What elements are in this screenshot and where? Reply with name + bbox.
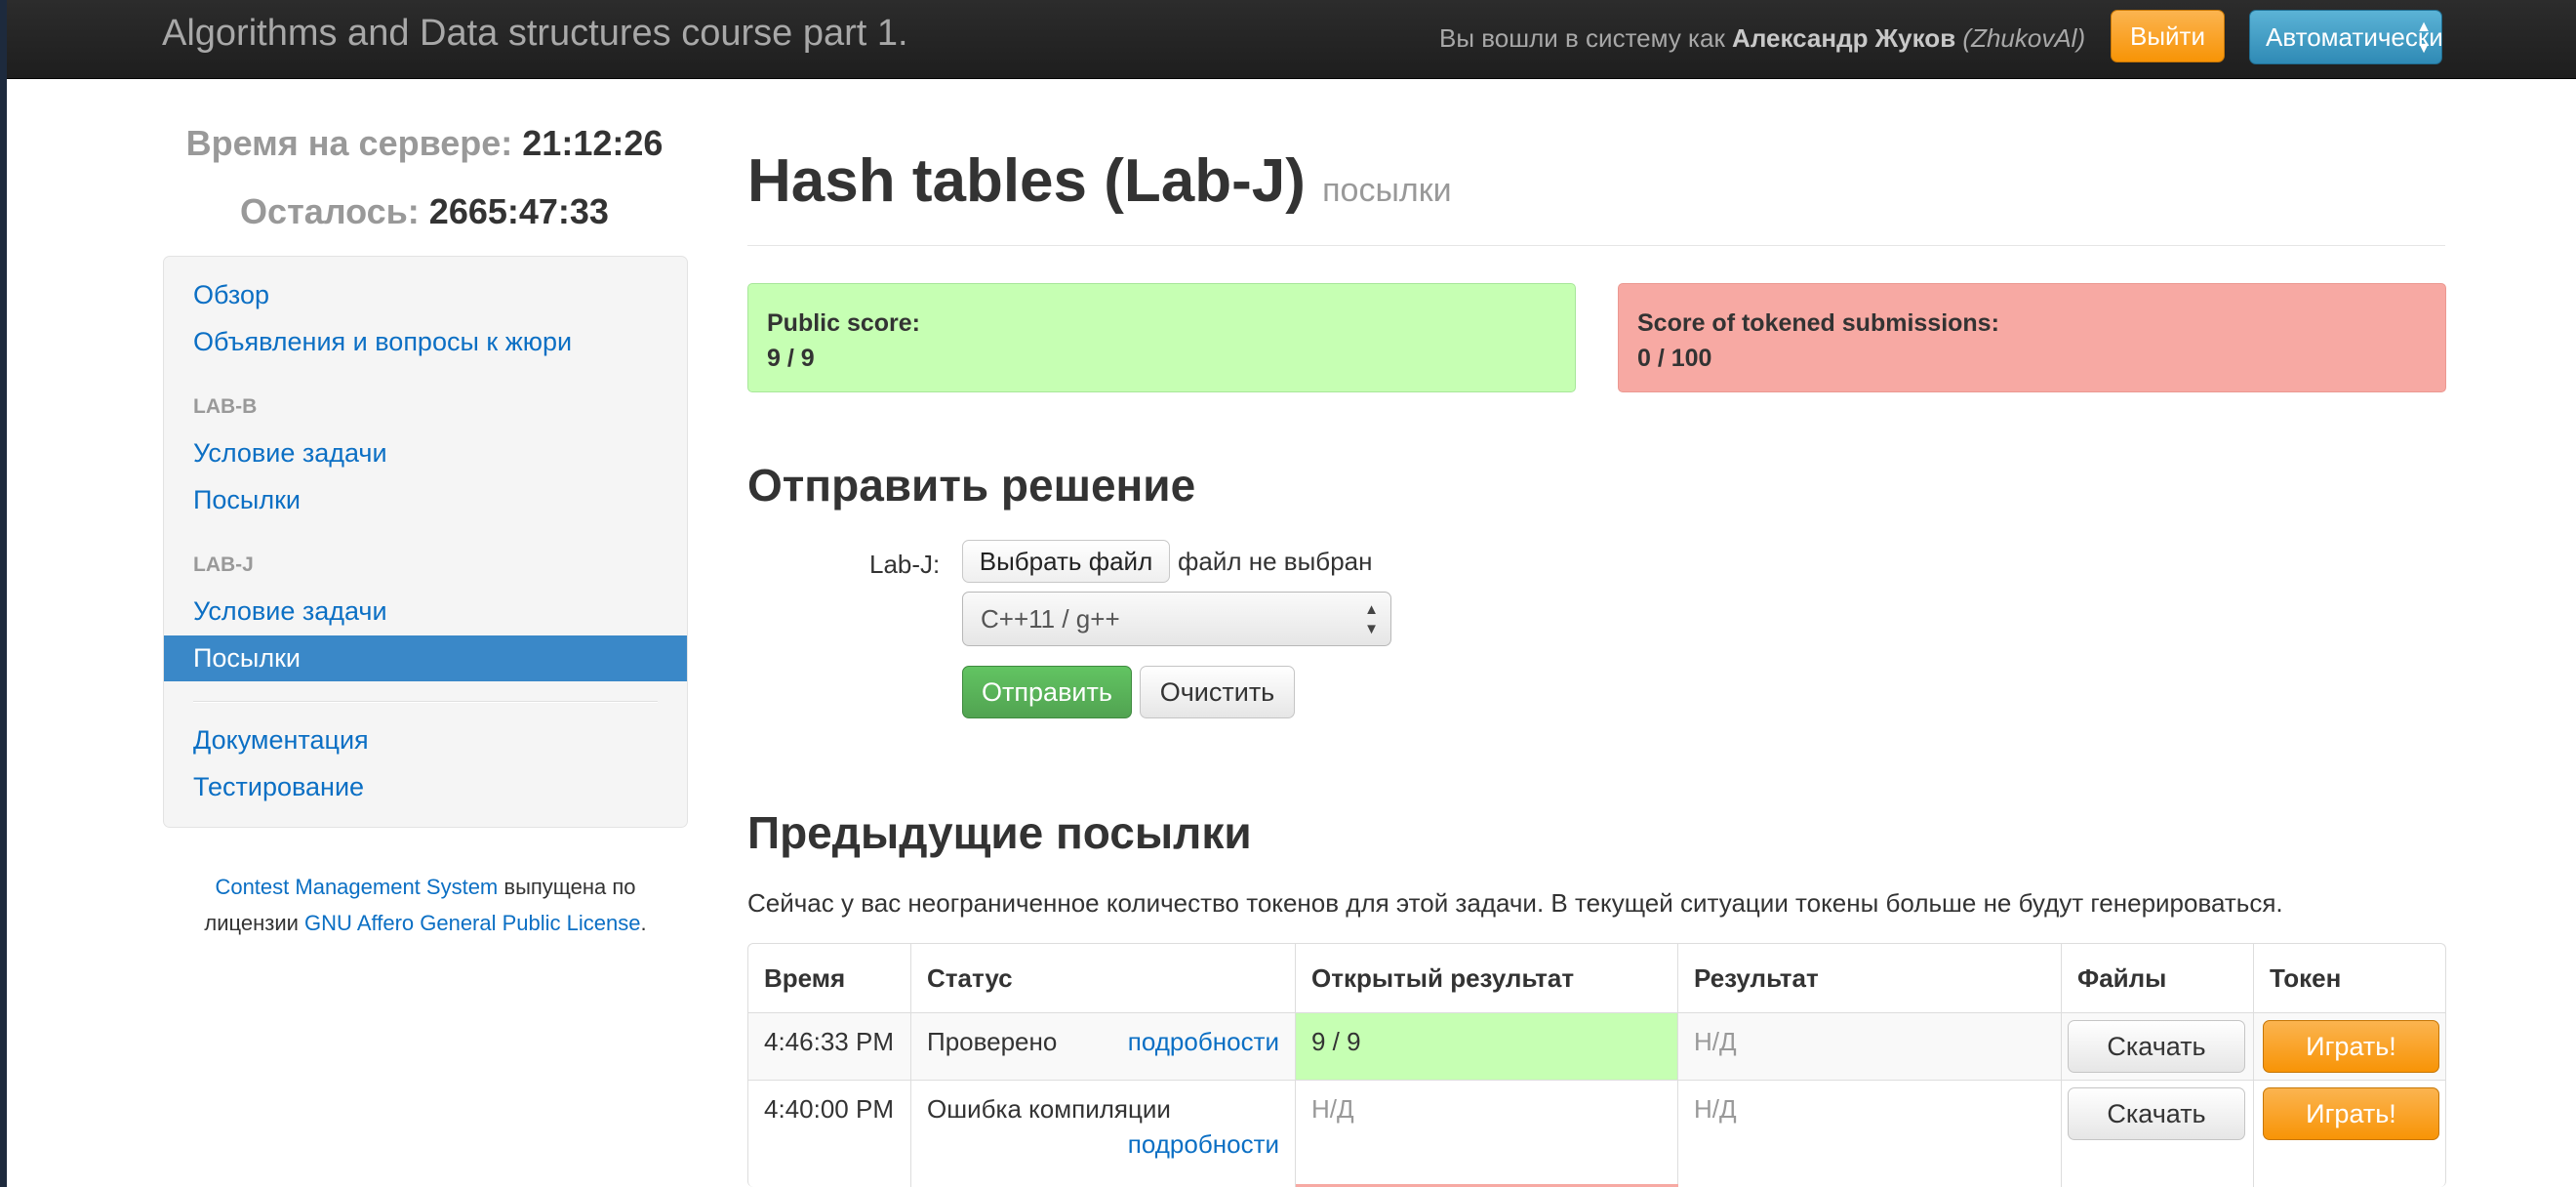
navbar: Algorithms and Data structures course pa… <box>7 0 2576 79</box>
file-label: Lab-J: <box>869 550 941 579</box>
footer-text-2: лицензии <box>204 911 305 935</box>
status-text: Проверено <box>927 1027 1058 1056</box>
public-result: Н/Д <box>1296 1081 1678 1187</box>
sidebar-item-documentation[interactable]: Документация <box>193 725 369 756</box>
files-cell: Скачать <box>2062 1013 2254 1081</box>
token-cell: Играть! <box>2254 1013 2445 1081</box>
play-token-button[interactable]: Играть! <box>2263 1087 2439 1140</box>
user-name: Александр Жуков <box>1732 23 1956 53</box>
page-subtitle: посылки <box>1322 172 1452 209</box>
choose-file-button[interactable]: Выбрать файл <box>962 540 1170 583</box>
logout-button[interactable]: Выйти <box>2111 10 2225 62</box>
footer-license: Contest Management System выпущена по ли… <box>163 869 688 941</box>
footer-text-3: . <box>640 911 647 935</box>
time-remaining: Осталось: 2665:47:33 <box>156 191 693 232</box>
submission-status: Ошибка компиляции подробности <box>911 1081 1296 1187</box>
details-link[interactable]: подробности <box>1128 1129 1279 1160</box>
files-cell: Скачать <box>2062 1081 2254 1187</box>
desktop-edge <box>0 0 7 1187</box>
public-score-label: Public score: <box>767 309 920 337</box>
column-header: Результат <box>1678 944 2062 1013</box>
previous-submissions-heading: Предыдущие посылки <box>747 807 1252 858</box>
server-time-value: 21:12:26 <box>522 123 664 163</box>
tokened-score-value: 0 / 100 <box>1637 345 1712 372</box>
compiler-select[interactable]: C++11 / g++ ▲ ▼ <box>962 592 1391 646</box>
sidebar-divider <box>193 701 658 703</box>
tokened-score-box: Score of tokened submissions: 0 / 100 <box>1618 283 2446 392</box>
sidebar-item-lab-b-submissions[interactable]: Посылки <box>193 485 301 515</box>
token-cell: Играть! <box>2254 1081 2445 1187</box>
select-arrows-icon: ▲ ▼ <box>2416 19 2432 57</box>
column-header: Токен <box>2254 944 2445 1013</box>
submit-button[interactable]: Отправить <box>962 666 1132 718</box>
sidebar-nav: Обзор Объявления и вопросы к жюри LAB-B … <box>163 256 688 828</box>
license-link[interactable]: GNU Affero General Public License <box>304 911 640 935</box>
sidebar-header-lab-j: LAB-J <box>193 553 254 576</box>
column-header: Время <box>748 944 911 1013</box>
details-link[interactable]: подробности <box>1128 1027 1279 1057</box>
server-time: Время на сервере: 21:12:26 <box>156 123 693 164</box>
submission-status: Проверено подробности <box>911 1013 1296 1081</box>
compiler-select-value: C++11 / g++ <box>981 604 1120 634</box>
play-token-button[interactable]: Играть! <box>2263 1020 2439 1073</box>
download-button[interactable]: Скачать <box>2068 1087 2245 1140</box>
status-text: Ошибка компиляции <box>927 1094 1171 1124</box>
download-button[interactable]: Скачать <box>2068 1020 2245 1073</box>
submit-heading: Отправить решение <box>747 460 1196 511</box>
sidebar-header-lab-b: LAB-B <box>193 395 258 418</box>
result: Н/Д <box>1678 1081 2062 1187</box>
file-status: файл не выбран <box>1178 547 1373 576</box>
select-arrows-icon: ▲ ▼ <box>1364 601 1379 637</box>
public-score-value: 9 / 9 <box>767 345 815 372</box>
column-header: Статус <box>911 944 1296 1013</box>
brand[interactable]: Algorithms and Data structures course pa… <box>162 13 908 55</box>
page-title-text: Hash tables (Lab-J) <box>747 147 1306 215</box>
sidebar-item-lab-j-submissions[interactable]: Посылки <box>164 635 687 681</box>
login-info: Вы вошли в систему как Александр Жуков (… <box>1439 23 2085 54</box>
column-header: Открытый результат <box>1296 944 1678 1013</box>
page-title: Hash tables (Lab-J) посылки <box>747 146 1452 216</box>
sidebar-item-overview[interactable]: Обзор <box>193 280 269 310</box>
public-score-box: Public score: 9 / 9 <box>747 283 1576 392</box>
submissions-table: Время Статус Открытый результат Результа… <box>747 943 2446 1187</box>
tokens-info: Сейчас у вас неограниченное количество т… <box>747 888 2283 918</box>
footer-text-1: выпущена по <box>498 875 636 899</box>
result: Н/Д <box>1678 1013 2062 1081</box>
column-header: Файлы <box>2062 944 2254 1013</box>
server-time-label: Время на сервере: <box>185 123 513 163</box>
language-select[interactable]: Автоматически ▲ ▼ <box>2249 10 2442 64</box>
public-result: 9 / 9 <box>1296 1013 1678 1081</box>
user-login: (ZhukovAl) <box>1962 23 2086 53</box>
submission-time: 4:40:00 PM <box>748 1081 911 1187</box>
cms-link[interactable]: Contest Management System <box>215 875 498 899</box>
title-divider <box>747 245 2445 246</box>
login-prefix: Вы вошли в систему как <box>1439 23 1733 53</box>
submission-time: 4:46:33 PM <box>748 1013 911 1081</box>
sidebar-item-testing[interactable]: Тестирование <box>193 772 364 802</box>
sidebar-item-lab-j-statement[interactable]: Условие задачи <box>193 596 387 627</box>
remaining-label: Осталось: <box>240 191 420 231</box>
tokened-score-label: Score of tokened submissions: <box>1637 309 1999 337</box>
remaining-value: 2665:47:33 <box>428 191 609 231</box>
sidebar-item-lab-b-statement[interactable]: Условие задачи <box>193 438 387 469</box>
sidebar-item-label: Посылки <box>193 643 301 673</box>
sidebar-item-announcements[interactable]: Объявления и вопросы к жюри <box>193 327 572 357</box>
reset-button[interactable]: Очистить <box>1140 666 1295 718</box>
